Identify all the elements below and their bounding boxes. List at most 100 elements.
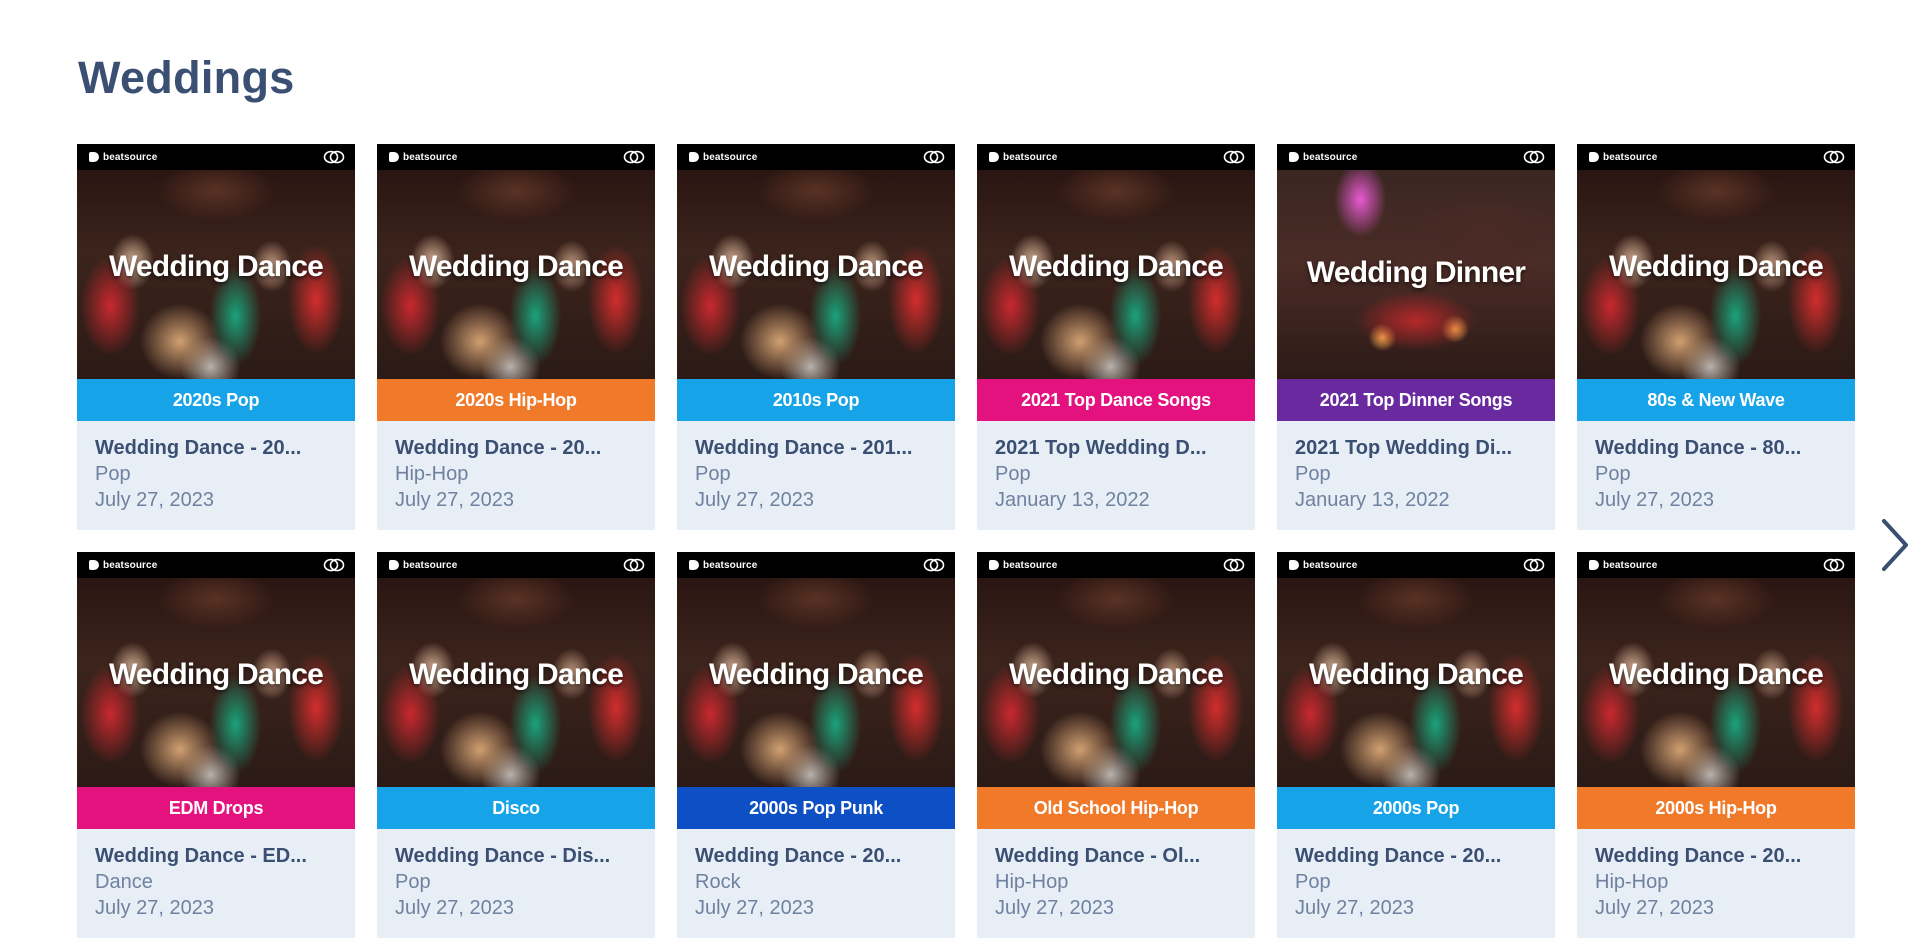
card-title[interactable]: Wedding Dance - 201... xyxy=(695,435,937,461)
card-title[interactable]: Wedding Dance - 80... xyxy=(1595,435,1837,461)
playlist-artwork[interactable]: beatsource Wedding Dance 80s & New Wave xyxy=(1577,144,1855,421)
artwork-header: beatsource xyxy=(77,144,355,170)
card-info: Wedding Dance - 80... Pop July 27, 2023 xyxy=(1577,421,1855,513)
rings-icon xyxy=(923,558,945,572)
artwork-band: Old School Hip-Hop xyxy=(977,787,1255,829)
card-title[interactable]: Wedding Dance - 20... xyxy=(395,435,637,461)
beatsource-logo-icon xyxy=(1289,152,1299,162)
chevron-right-icon[interactable] xyxy=(1876,517,1912,573)
artwork-title: Wedding Dance xyxy=(1008,658,1224,691)
card-genre: Pop xyxy=(695,463,731,485)
card-info: Wedding Dance - ED... Dance July 27, 202… xyxy=(77,829,355,921)
playlist-artwork[interactable]: beatsource Wedding Dance 2020s Hip-Hop xyxy=(377,144,655,421)
brand: beatsource xyxy=(689,152,757,163)
beatsource-logo-icon xyxy=(989,560,999,570)
playlist-card[interactable]: beatsource Wedding Dance 2000s Pop Weddi… xyxy=(1277,552,1555,938)
card-title[interactable]: Wedding Dance - ED... xyxy=(95,843,337,869)
card-genre: Pop xyxy=(395,871,431,893)
playlist-card[interactable]: beatsource Wedding Dance 2010s Pop Weddi… xyxy=(677,144,955,530)
playlist-card[interactable]: beatsource Wedding Dance EDM Drops Weddi… xyxy=(77,552,355,938)
card-title[interactable]: Wedding Dance - 20... xyxy=(1295,843,1537,869)
beatsource-logo-icon xyxy=(689,560,699,570)
artwork-band: 2021 Top Dinner Songs xyxy=(1277,379,1555,421)
artwork-title: Wedding Dance xyxy=(408,250,624,283)
card-info: Wedding Dance - 20... Pop July 27, 2023 xyxy=(1277,829,1555,921)
card-info: 2021 Top Wedding Di... Pop January 13, 2… xyxy=(1277,421,1555,513)
artwork-band: EDM Drops xyxy=(77,787,355,829)
artwork-band: Disco xyxy=(377,787,655,829)
playlist-card[interactable]: beatsource Wedding Dance 80s & New Wave … xyxy=(1577,144,1855,530)
brand: beatsource xyxy=(89,560,157,571)
beatsource-logo-icon xyxy=(1589,152,1599,162)
playlist-card[interactable]: beatsource Wedding Dance 2000s Hip-Hop W… xyxy=(1577,552,1855,938)
playlist-artwork[interactable]: beatsource Wedding Dinner 2021 Top Dinne… xyxy=(1277,144,1555,421)
rings-icon xyxy=(1223,558,1245,572)
playlist-card[interactable]: beatsource Wedding Dance 2000s Pop Punk … xyxy=(677,552,955,938)
rings-icon xyxy=(1823,558,1845,572)
playlist-card[interactable]: beatsource Wedding Dance Old School Hip-… xyxy=(977,552,1255,938)
card-date: July 27, 2023 xyxy=(995,897,1114,919)
card-genre: Hip-Hop xyxy=(995,871,1069,893)
playlist-card[interactable]: beatsource Wedding Dance 2020s Pop Weddi… xyxy=(77,144,355,530)
playlist-artwork[interactable]: beatsource Wedding Dance Disco xyxy=(377,552,655,829)
beatsource-logo-icon xyxy=(1589,560,1599,570)
card-title[interactable]: Wedding Dance - Ol... xyxy=(995,843,1237,869)
playlist-artwork[interactable]: beatsource Wedding Dance 2000s Hip-Hop xyxy=(1577,552,1855,829)
card-title[interactable]: Wedding Dance - Dis... xyxy=(395,843,637,869)
card-title[interactable]: Wedding Dance - 20... xyxy=(95,435,337,461)
beatsource-logo-icon xyxy=(389,152,399,162)
artwork-header: beatsource xyxy=(377,552,655,578)
playlist-card[interactable]: beatsource Wedding Dance 2021 Top Dance … xyxy=(977,144,1255,530)
artwork-header: beatsource xyxy=(1277,144,1555,170)
beatsource-logo-icon xyxy=(389,560,399,570)
artwork-band: 2000s Hip-Hop xyxy=(1577,787,1855,829)
rings-icon xyxy=(323,150,345,164)
playlist-artwork[interactable]: beatsource Wedding Dance EDM Drops xyxy=(77,552,355,829)
card-info: Wedding Dance - Dis... Pop July 27, 2023 xyxy=(377,829,655,921)
playlist-artwork[interactable]: beatsource Wedding Dance 2021 Top Dance … xyxy=(977,144,1255,421)
artwork-title: Wedding Dinner xyxy=(1306,256,1526,289)
playlist-artwork[interactable]: beatsource Wedding Dance 2020s Pop xyxy=(77,144,355,421)
card-date: July 27, 2023 xyxy=(395,489,514,511)
brand-name: beatsource xyxy=(1603,151,1658,163)
brand: beatsource xyxy=(989,560,1057,571)
playlist-card[interactable]: beatsource Wedding Dance Disco Wedding D… xyxy=(377,552,655,938)
card-genre: Rock xyxy=(695,871,741,893)
playlist-card[interactable]: beatsource Wedding Dance 2020s Hip-Hop W… xyxy=(377,144,655,530)
card-title[interactable]: Wedding Dance - 20... xyxy=(695,843,937,869)
card-date: July 27, 2023 xyxy=(95,489,214,511)
brand-name: beatsource xyxy=(703,151,758,163)
playlist-artwork[interactable]: beatsource Wedding Dance Old School Hip-… xyxy=(977,552,1255,829)
artwork-band: 2000s Pop xyxy=(1277,787,1555,829)
card-genre: Dance xyxy=(95,871,153,893)
card-info: Wedding Dance - 20... Pop July 27, 2023 xyxy=(77,421,355,513)
rings-icon xyxy=(323,558,345,572)
beatsource-logo-icon xyxy=(689,152,699,162)
beatsource-logo-icon xyxy=(89,560,99,570)
brand-name: beatsource xyxy=(1003,559,1058,571)
card-genre: Pop xyxy=(1295,871,1331,893)
playlist-artwork[interactable]: beatsource Wedding Dance 2000s Pop Punk xyxy=(677,552,955,829)
playlist-card[interactable]: beatsource Wedding Dinner 2021 Top Dinne… xyxy=(1277,144,1555,530)
artwork-band: 80s & New Wave xyxy=(1577,379,1855,421)
card-title[interactable]: 2021 Top Wedding Di... xyxy=(1295,435,1537,461)
playlist-artwork[interactable]: beatsource Wedding Dance 2000s Pop xyxy=(1277,552,1555,829)
rings-icon xyxy=(923,150,945,164)
playlist-artwork[interactable]: beatsource Wedding Dance 2010s Pop xyxy=(677,144,955,421)
card-title[interactable]: 2021 Top Wedding D... xyxy=(995,435,1237,461)
artwork-title: Wedding Dance xyxy=(1008,250,1224,283)
artwork-header: beatsource xyxy=(677,144,955,170)
brand-name: beatsource xyxy=(403,559,458,571)
brand-name: beatsource xyxy=(1303,151,1358,163)
artwork-header: beatsource xyxy=(1577,552,1855,578)
card-title[interactable]: Wedding Dance - 20... xyxy=(1595,843,1837,869)
beatsource-logo-icon xyxy=(89,152,99,162)
card-date: July 27, 2023 xyxy=(1595,897,1714,919)
section-title: Weddings xyxy=(78,52,295,103)
brand: beatsource xyxy=(989,152,1057,163)
artwork-title: Wedding Dance xyxy=(708,250,924,283)
card-date: January 13, 2022 xyxy=(995,489,1150,511)
artwork-title: Wedding Dance xyxy=(1308,658,1524,691)
rings-icon xyxy=(623,150,645,164)
artwork-header: beatsource xyxy=(1277,552,1555,578)
